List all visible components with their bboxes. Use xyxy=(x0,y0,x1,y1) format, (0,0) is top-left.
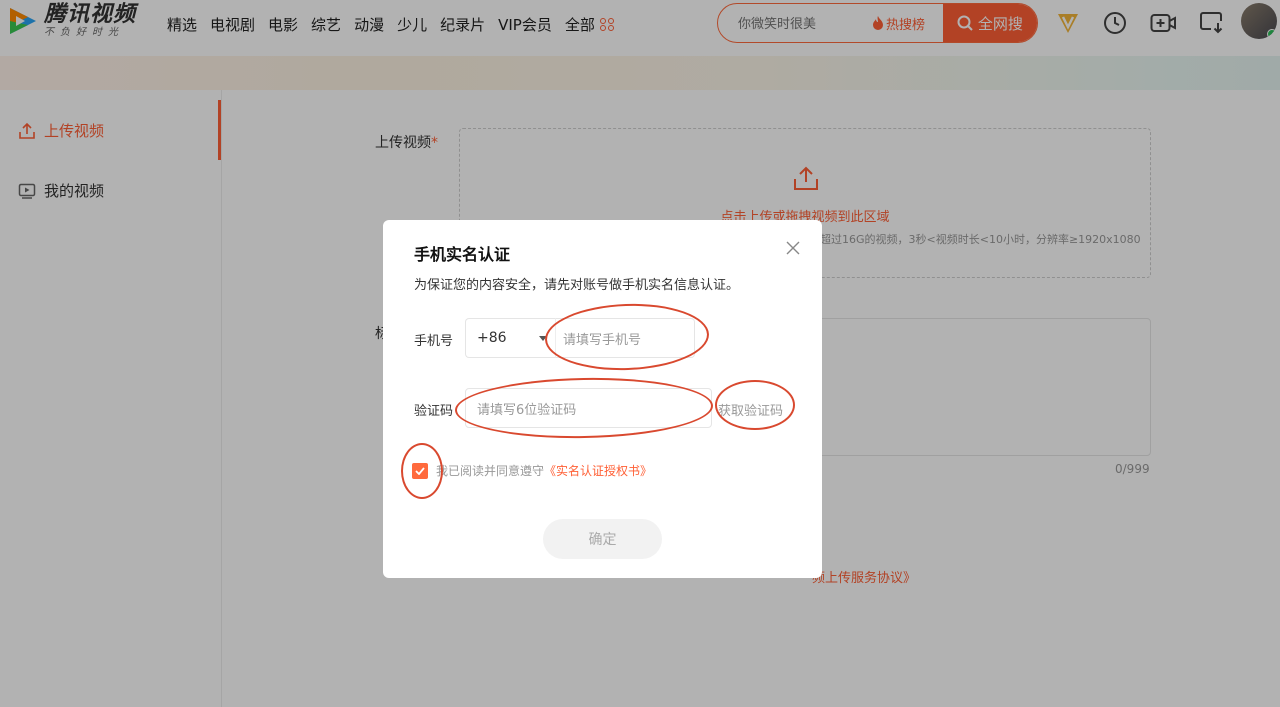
phone-verification-dialog: 手机实名认证 为保证您的内容安全，请先对账号做手机实名信息认证。 手机号 +86… xyxy=(383,220,822,578)
phone-input[interactable]: 请填写手机号 xyxy=(555,318,695,358)
get-code-button[interactable]: 获取验证码 xyxy=(718,400,783,419)
verification-code-label: 验证码 xyxy=(414,404,454,419)
consent-text: 我已阅读并同意遵守《实名认证授权书》 xyxy=(436,464,653,478)
consent-checkbox[interactable] xyxy=(412,463,428,479)
dialog-title: 手机实名认证 xyxy=(414,245,511,264)
dialog-description: 为保证您的内容安全，请先对账号做手机实名信息认证。 xyxy=(414,278,740,293)
country-code-value: +86 xyxy=(477,330,507,346)
close-icon[interactable] xyxy=(784,239,802,257)
verification-code-input[interactable]: 请填写6位验证码 xyxy=(465,388,712,428)
authorization-letter-link[interactable]: 《实名认证授权书》 xyxy=(544,464,652,478)
phone-label: 手机号 xyxy=(414,334,454,349)
country-code-select[interactable]: +86 xyxy=(465,318,555,358)
confirm-button[interactable]: 确定 xyxy=(543,519,662,559)
checkmark-icon xyxy=(415,467,425,475)
chevron-down-icon xyxy=(539,336,547,341)
